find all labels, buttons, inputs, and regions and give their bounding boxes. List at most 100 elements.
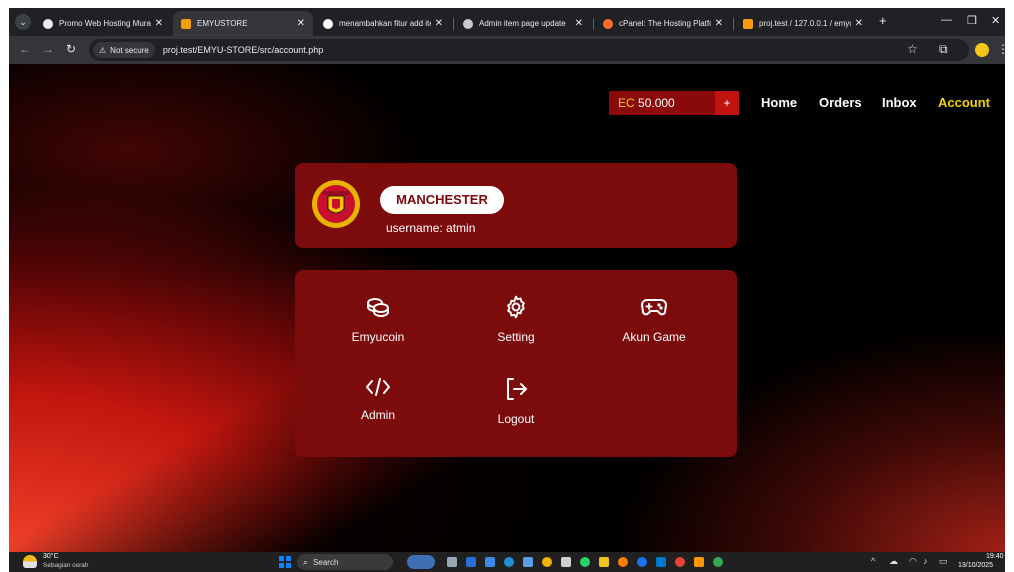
windows-start-icon[interactable] [279, 556, 291, 568]
url-text[interactable]: proj.test/EMYU-STORE/src/account.php [163, 45, 323, 55]
security-label: Not secure [110, 45, 149, 55]
username-label: username: atmin [386, 221, 476, 235]
akun-game-menu-item[interactable]: Akun Game [594, 294, 714, 364]
logout-icon [507, 378, 527, 400]
profile-card: MANCHESTER username: atmin [295, 163, 737, 248]
browser-tab-strip: ⌄ Promo Web Hosting Murah ✕ EMYUSTORE ✕ … [9, 8, 1005, 36]
app-icon[interactable] [466, 557, 476, 567]
coins-icon [367, 298, 389, 318]
taskbar-search[interactable]: ⌕ Search [297, 554, 393, 570]
extensions-icon[interactable]: ⧉ [939, 42, 948, 57]
tray-overflow-icon[interactable]: ^ [871, 556, 875, 566]
desktop-screen: ⌄ Promo Web Hosting Murah ✕ EMYUSTORE ✕ … [9, 8, 1005, 572]
site-navbar: EC 50.000 + Home Orders Inbox Account [9, 64, 1005, 144]
code-icon [366, 378, 390, 396]
tab-title: EMYUSTORE [197, 19, 248, 28]
tab-github[interactable]: menambahkan fitur add item ✕ [315, 11, 451, 36]
tab-search-button[interactable]: ⌄ [15, 14, 31, 30]
coin-currency: EC [618, 96, 635, 110]
logout-menu-item[interactable]: Logout [456, 376, 576, 446]
widgets-icon[interactable] [407, 555, 435, 569]
nav-orders[interactable]: Orders [819, 95, 862, 110]
close-tab-icon[interactable]: ✕ [855, 18, 863, 29]
close-tab-icon[interactable]: ✕ [575, 18, 583, 29]
nav-account[interactable]: Account [938, 95, 990, 110]
not-secure-badge[interactable]: ⚠ Not secure [93, 42, 155, 58]
whatsapp-icon[interactable] [580, 557, 590, 567]
file-explorer-icon[interactable] [599, 557, 609, 567]
tab-title: cPanel: The Hosting Platform [619, 19, 711, 28]
wifi-icon[interactable]: ◠ [909, 556, 917, 567]
globe-icon [43, 18, 53, 29]
tab-promo-hosting[interactable]: Promo Web Hosting Murah ✕ [35, 11, 171, 36]
tab-admin-item[interactable]: Admin item page update ✕ [455, 11, 591, 36]
reload-icon[interactable]: ↻ [66, 42, 76, 56]
emyucoin-label: Emyucoin [351, 330, 405, 344]
tab-divider [733, 18, 734, 30]
club-crest-logo [312, 180, 360, 228]
app-icon[interactable] [504, 557, 514, 567]
app-icon[interactable] [713, 557, 723, 567]
cloud-icon[interactable]: ☁ [889, 556, 898, 567]
topup-button[interactable]: + [715, 91, 739, 115]
nav-inbox[interactable]: Inbox [882, 95, 917, 110]
weather-icon[interactable] [23, 555, 37, 568]
web-page: EC 50.000 + Home Orders Inbox Account MA… [9, 64, 1005, 552]
browser-menu-icon[interactable]: ⋮ [997, 42, 1005, 56]
clock-time[interactable]: 19:40 [986, 553, 1004, 560]
app-icon[interactable] [542, 557, 552, 567]
admin-menu-item[interactable]: Admin [318, 376, 438, 446]
gear-icon [507, 295, 525, 319]
volume-icon[interactable]: ♪ [923, 556, 928, 566]
emyucoin-menu-item[interactable]: Emyucoin [318, 294, 438, 364]
restore-icon[interactable]: ❐ [967, 14, 977, 27]
setting-label: Setting [497, 330, 535, 344]
weather-description[interactable]: Sebagian cerah [43, 562, 89, 569]
forward-icon[interactable]: → [42, 42, 54, 56]
tab-title: menambahkan fitur add item [339, 19, 431, 28]
clock-date[interactable]: 13/10/2025 [958, 562, 993, 569]
task-view-icon[interactable] [447, 557, 457, 567]
tab-divider [453, 18, 454, 30]
app-icon[interactable] [694, 557, 704, 567]
tab-title: proj.test / 127.0.0.1 / emyu [759, 19, 851, 28]
bookmark-star-icon[interactable]: ☆ [907, 42, 918, 56]
app-icon[interactable] [485, 557, 495, 567]
app-icon[interactable] [637, 557, 647, 567]
vscode-icon[interactable] [656, 557, 666, 567]
tab-phpmyadmin[interactable]: proj.test / 127.0.0.1 / emyu ✕ [735, 11, 871, 36]
chatgpt-icon [463, 18, 473, 29]
warning-icon: ⚠ [99, 45, 107, 55]
tab-cpanel[interactable]: cPanel: The Hosting Platform ✕ [595, 11, 731, 36]
minimize-icon[interactable]: — [941, 14, 952, 26]
app-icon[interactable] [561, 557, 571, 567]
account-menu-card: Emyucoin Setting Akun Game Admin Logout [295, 270, 737, 457]
chrome-icon[interactable] [675, 557, 685, 567]
coin-balance-amount: EC 50.000 [618, 96, 675, 110]
close-tab-icon[interactable]: ✕ [155, 18, 163, 29]
new-tab-icon[interactable]: + [879, 13, 887, 28]
battery-icon[interactable]: ▭ [939, 556, 948, 567]
close-window-icon[interactable]: ✕ [991, 14, 1000, 27]
address-bar[interactable]: ⚠ Not secure proj.test/EMYU-STORE/src/ac… [89, 39, 969, 61]
phpmyadmin-icon [743, 18, 753, 29]
close-tab-icon[interactable]: ✕ [715, 18, 723, 29]
tab-emyustore[interactable]: EMYUSTORE ✕ [173, 11, 313, 36]
app-icon[interactable] [618, 557, 628, 567]
setting-menu-item[interactable]: Setting [456, 294, 576, 364]
windows-taskbar: 30°C Sebagian cerah ⌕ Search ^ ☁ ◠ ♪ ▭ 1… [9, 552, 1005, 572]
nav-home[interactable]: Home [761, 95, 797, 110]
browser-toolbar: ← → ↻ ⚠ Not secure proj.test/EMYU-STORE/… [9, 36, 1005, 64]
github-icon [323, 18, 333, 29]
back-icon[interactable]: ← [19, 42, 31, 56]
profile-avatar[interactable] [975, 43, 989, 57]
akun-game-label: Akun Game [622, 330, 686, 344]
weather-temperature[interactable]: 30°C [43, 553, 59, 560]
search-icon: ⌕ [303, 556, 309, 567]
close-tab-icon[interactable]: ✕ [297, 18, 305, 29]
tab-title: Admin item page update [479, 19, 566, 28]
admin-label: Admin [360, 408, 395, 422]
emyustore-favicon-icon [181, 18, 191, 29]
close-tab-icon[interactable]: ✕ [435, 18, 443, 29]
app-icon[interactable] [523, 557, 533, 567]
